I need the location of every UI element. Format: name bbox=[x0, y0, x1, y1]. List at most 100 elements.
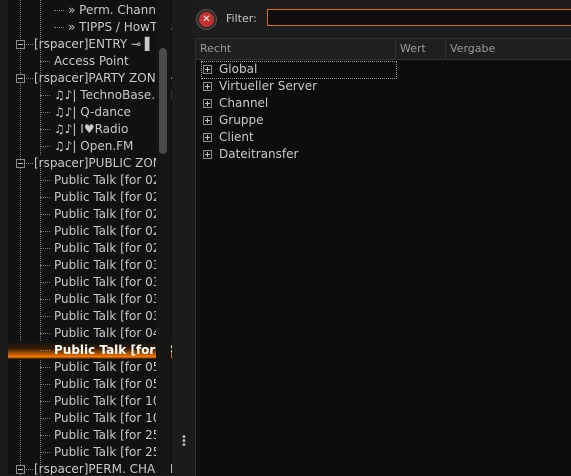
permissions-panel: Recht Wert Vergabe Global Virtueller Serv… bbox=[195, 38, 571, 476]
tree-connector bbox=[40, 282, 50, 283]
tree-item-label: Public Talk [for 02] bbox=[54, 173, 166, 187]
tree-channel-item[interactable]: Public Talk [for 10] bbox=[8, 410, 172, 427]
tree-connector bbox=[54, 27, 64, 28]
plus-stroke bbox=[207, 101, 208, 106]
permission-group-row[interactable]: Virtueller Server bbox=[196, 78, 571, 95]
tree-item-label: Public Talk [for 03] bbox=[54, 309, 166, 323]
permission-group-row[interactable]: Channel bbox=[196, 95, 571, 112]
tree-channel-item[interactable]: » TIPPS / HowTo's bbox=[8, 19, 172, 36]
tree-channel-item[interactable]: Public Talk [for 04] bbox=[8, 325, 172, 342]
tree-channel-item[interactable]: Access Point bbox=[8, 53, 172, 70]
tree-connector bbox=[26, 469, 33, 470]
tree-channel-item[interactable]: Public Talk [for 02] bbox=[8, 189, 172, 206]
tree-connector bbox=[40, 418, 50, 419]
tree-channel-item[interactable]: ♫♪| TechnoBase.FM bbox=[8, 87, 172, 104]
tree-connector bbox=[26, 44, 33, 45]
tree-channel-item[interactable]: Public Talk [for 25] bbox=[8, 444, 172, 461]
clear-filter-icon: ✕ bbox=[199, 12, 214, 27]
tree-item-label: Public Talk [for 03] bbox=[54, 292, 166, 306]
collapse-icon[interactable] bbox=[16, 465, 25, 474]
channel-tree[interactable]: » Perm. Channel» TIPPS / HowTo's [rspacer… bbox=[8, 0, 173, 475]
tree-connector bbox=[40, 197, 50, 198]
tree-channel-group[interactable]: [rspacer]PUBLIC ZONE bbox=[8, 155, 172, 172]
tree-connector bbox=[40, 452, 50, 453]
tree-item-label: ♫♪| Open.FM bbox=[54, 139, 134, 153]
tree-connector bbox=[40, 180, 50, 181]
tree-item-label: Public Talk [for 03] bbox=[54, 258, 166, 272]
tree-channel-item[interactable]: Public Talk [for 03] bbox=[8, 274, 172, 291]
tree-connector bbox=[54, 10, 64, 11]
clear-filter-button[interactable]: ✕ bbox=[196, 9, 217, 30]
plus-stroke bbox=[207, 84, 208, 89]
tree-channel-item[interactable]: Public Talk [for 03] bbox=[8, 291, 172, 308]
expand-icon[interactable] bbox=[203, 82, 212, 91]
plus-stroke bbox=[207, 67, 208, 72]
tree-item-label: Public Talk [for 05] bbox=[54, 360, 166, 374]
expand-icon[interactable] bbox=[203, 150, 212, 159]
scrollbar-thumb[interactable] bbox=[159, 48, 167, 154]
tree-item-label: Public Talk [for 02] bbox=[54, 207, 166, 221]
collapse-icon[interactable] bbox=[16, 159, 25, 168]
column-header-vergabe[interactable]: Vergabe bbox=[446, 39, 571, 59]
permission-group-label: Gruppe bbox=[219, 113, 264, 127]
expand-icon[interactable] bbox=[203, 116, 212, 125]
tree-item-label: [rspacer]ENTRY ⊸ ▌ bbox=[34, 37, 155, 51]
tree-item-label: Public Talk [for 10] bbox=[54, 411, 166, 425]
collapse-icon[interactable] bbox=[16, 74, 25, 83]
tree-connector bbox=[40, 367, 50, 368]
tree-item-label: Public Talk [for 03] bbox=[54, 275, 166, 289]
plus-stroke bbox=[207, 152, 208, 157]
tree-connector bbox=[26, 163, 33, 164]
tree-item-label: ♫♪| Q-dance bbox=[54, 105, 131, 119]
tree-connector bbox=[40, 384, 50, 385]
tree-connector bbox=[40, 214, 50, 215]
splitter-grip-icon[interactable]: • • • bbox=[181, 433, 187, 451]
tree-channel-item[interactable]: Public Talk [for 02] bbox=[8, 172, 172, 189]
collapse-icon[interactable] bbox=[16, 40, 25, 49]
channel-tree-scrollbar[interactable] bbox=[156, 0, 171, 475]
tree-channel-group[interactable]: [rspacer]ENTRY ⊸ ▌ bbox=[8, 36, 172, 53]
column-header-wert[interactable]: Wert bbox=[396, 39, 446, 59]
tree-connector bbox=[40, 316, 50, 317]
expand-icon[interactable] bbox=[203, 133, 212, 142]
tree-channel-group[interactable]: [rspacer]PARTY ZONE ⊸ bbox=[8, 70, 172, 87]
tree-channel-item[interactable]: Public Talk [for 25] bbox=[8, 427, 172, 444]
tree-item-label: Public Talk [for 02] bbox=[54, 190, 166, 204]
tree-connector bbox=[40, 146, 50, 147]
permission-group-label: Client bbox=[219, 130, 254, 144]
expand-icon[interactable] bbox=[203, 99, 212, 108]
tree-connector bbox=[40, 401, 50, 402]
tree-channel-item[interactable]: Public Talk [for 03] bbox=[8, 257, 172, 274]
permission-group-row[interactable]: Dateitransfer bbox=[196, 146, 571, 163]
tree-channel-item[interactable]: Public Talk [for 04] bbox=[8, 342, 172, 359]
tree-channel-item[interactable]: ♫♪| I♥Radio bbox=[8, 121, 172, 138]
column-header-recht[interactable]: Recht bbox=[196, 39, 396, 59]
expand-icon[interactable] bbox=[203, 65, 212, 74]
tree-channel-item[interactable]: Public Talk [for 05] bbox=[8, 359, 172, 376]
filter-input[interactable] bbox=[267, 9, 571, 26]
tree-channel-item[interactable]: ♫♪| Open.FM bbox=[8, 138, 172, 155]
permission-group-row[interactable]: Global bbox=[196, 61, 571, 79]
permission-group-row[interactable]: Client bbox=[196, 129, 571, 146]
tree-channel-item[interactable]: Public Talk [for 02] bbox=[8, 206, 172, 223]
tree-item-label: [rspacer]PARTY ZONE ⊸ bbox=[34, 71, 173, 85]
permission-group-row[interactable]: Gruppe bbox=[196, 112, 571, 129]
tree-channel-item[interactable]: Public Talk [for 02] bbox=[8, 240, 172, 257]
tree-channel-item[interactable]: Public Talk [for 03] bbox=[8, 308, 172, 325]
tree-connector bbox=[40, 61, 50, 62]
tree-item-label: Public Talk [for 05] bbox=[54, 377, 166, 391]
permission-group-label: Virtueller Server bbox=[219, 79, 318, 93]
tree-channel-item[interactable]: » Perm. Channel bbox=[8, 2, 172, 19]
tree-channel-item[interactable]: Public Talk [for 05] bbox=[8, 376, 172, 393]
tree-connector bbox=[40, 95, 50, 96]
tree-connector bbox=[40, 350, 50, 351]
tree-channel-item[interactable]: Public Talk [for 10] bbox=[8, 393, 172, 410]
pane-splitter[interactable] bbox=[172, 0, 192, 475]
filter-label: Filter: bbox=[226, 12, 257, 25]
tree-channel-item[interactable]: Public Talk [for 02] bbox=[8, 223, 172, 240]
tree-item-label: ♫♪| I♥Radio bbox=[54, 122, 129, 136]
tree-channel-item[interactable]: ♫♪| Q-dance bbox=[8, 104, 172, 121]
tree-item-label: » Perm. Channel bbox=[68, 3, 167, 17]
tree-channel-group[interactable]: [rspacer]PERM. CHANNELS bbox=[8, 461, 172, 475]
channel-tree-pane: » Perm. Channel» TIPPS / HowTo's [rspacer… bbox=[0, 0, 173, 475]
